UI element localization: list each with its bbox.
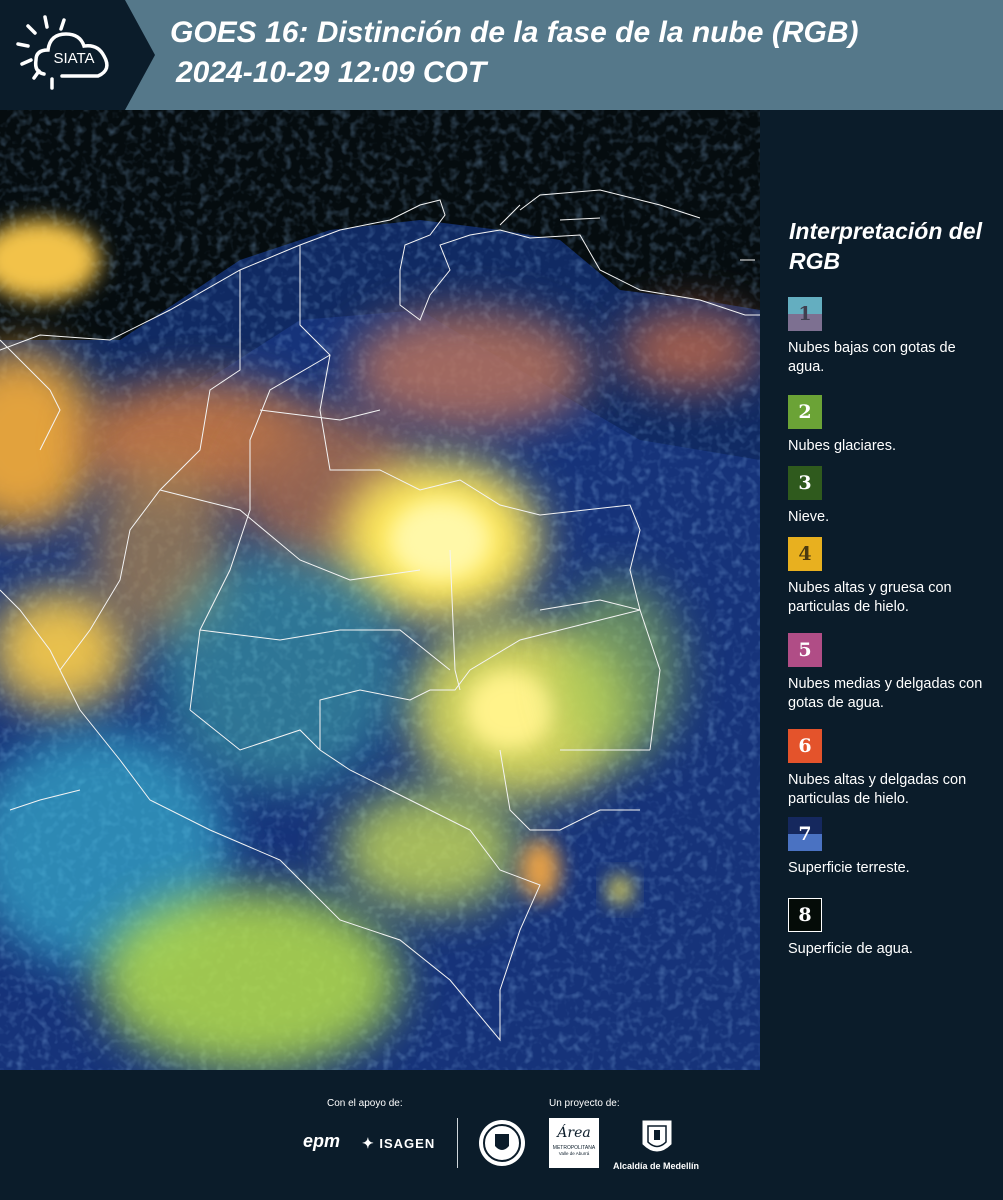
legend-label: Nubes glaciares. (788, 438, 896, 454)
footer: Con el apoyo de: Un proyecto de: epm ✦ I… (0, 1070, 1003, 1200)
legend-panel: Interpretación del RGB 1 Nubes bajas con … (760, 110, 1003, 1070)
footer-divider (457, 1118, 458, 1168)
logo-panel: SIATA (0, 0, 155, 110)
timestamp-title: 2024-10-29 12:09 COT (176, 56, 487, 89)
legend-swatch: 3 (788, 466, 822, 500)
legend-label: Nubes medias y delgadas con gotas de agu… (788, 676, 983, 711)
legend-item-7: 7 Superficie terreste. (788, 817, 988, 878)
legend-item-6: 6 Nubes altas y delgadas con particulas d… (788, 729, 988, 809)
seal-icon (479, 1120, 525, 1166)
legend-swatch: 2 (788, 395, 822, 429)
page-title: GOES 16: Distinción de la fase de la nub… (170, 16, 859, 49)
legend-label: Superficie terreste. (788, 860, 910, 876)
legend-swatch: 5 (788, 633, 822, 667)
legend-item-8: 8 Superficie de agua. (788, 898, 988, 959)
isagen-logo: ✦ ISAGEN (362, 1135, 436, 1151)
legend-label: Nubes altas y gruesa con particulas de h… (788, 580, 952, 615)
legend-swatch: 4 (788, 537, 822, 571)
legend-label: Superficie de agua. (788, 941, 913, 957)
alcaldia-shield-icon (642, 1120, 672, 1152)
logo-text: SIATA (53, 50, 94, 67)
area-metropolitana-logo: Área METROPOLITANA Valle de Aburrá (549, 1118, 599, 1168)
legend-item-2: 2 Nubes glaciares. (788, 395, 988, 456)
epm-logo: epm (303, 1131, 341, 1151)
legend-swatch: 1 (788, 297, 822, 331)
legend-item-5: 5 Nubes medias y delgadas con gotas de ag… (788, 633, 988, 713)
legend-title: Interpretación del RGB (789, 218, 982, 274)
legend-swatch: 8 (788, 898, 822, 932)
legend-label: Nubes altas y delgadas con particulas de… (788, 772, 967, 807)
legend-swatch: 7 (788, 817, 822, 851)
support-label: Con el apoyo de: (327, 1098, 403, 1109)
legend-item-1: 1 Nubes bajas con gotas de agua. (788, 297, 988, 377)
alcaldia-label: Alcaldía de Medellín (613, 1161, 700, 1171)
legend-label: Nieve. (788, 509, 830, 525)
legend-label: Nubes bajas con gotas de agua. (788, 340, 956, 375)
legend-item-3: 3 Nieve. (788, 466, 988, 527)
header-bar: SIATA GOES 16: Distinción de la fase de … (0, 0, 1003, 110)
legend-swatch: 6 (788, 729, 822, 763)
project-label: Un proyecto de: (549, 1098, 620, 1109)
legend-item-4: 4 Nubes altas y gruesa con particulas de … (788, 537, 988, 617)
siata-logo-icon: SIATA (16, 15, 109, 90)
satellite-rgb-map (0, 110, 760, 1070)
